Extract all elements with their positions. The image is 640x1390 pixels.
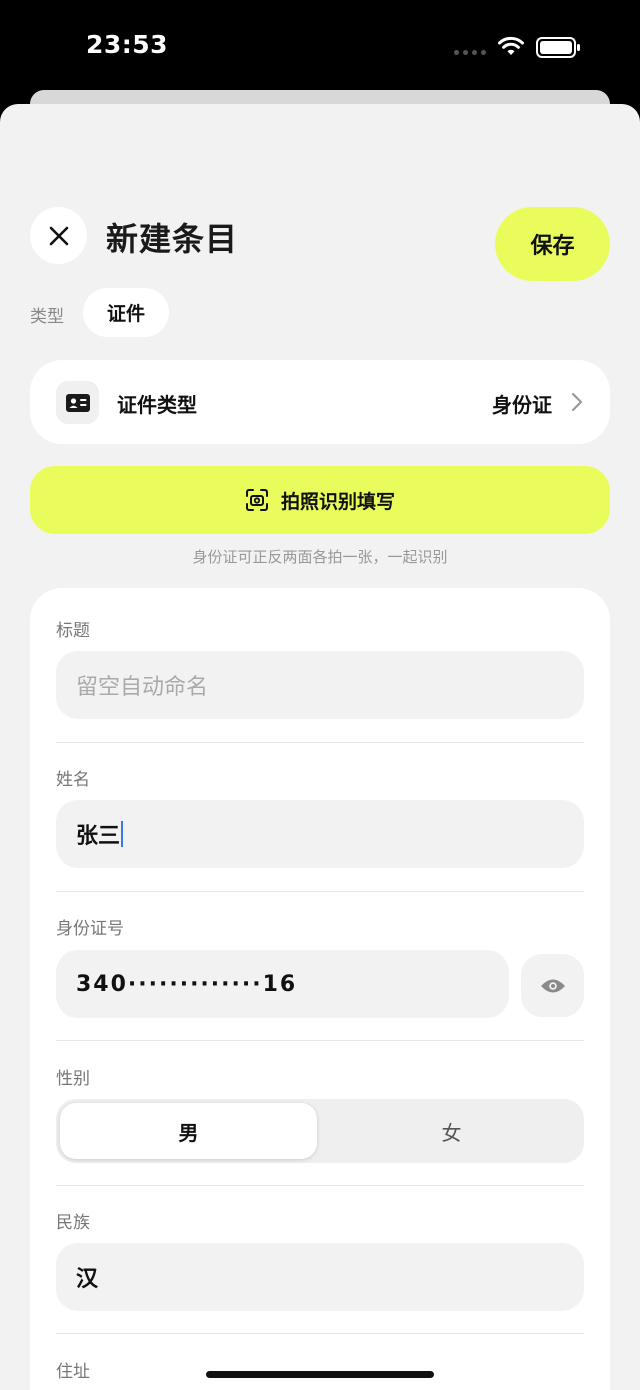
camera-scan-icon [245, 489, 268, 511]
divider [56, 1185, 584, 1186]
type-chip[interactable]: 证件 [83, 288, 169, 337]
id-card-icon [56, 381, 99, 424]
title-label: 标题 [56, 621, 90, 641]
address-label: 住址 [56, 1362, 90, 1382]
id-number-label: 身份证号 [56, 919, 124, 939]
title-input[interactable]: 留空自动命名 [56, 651, 584, 719]
gender-segmented-control: 男 女 [56, 1099, 584, 1163]
battery-icon [536, 37, 580, 58]
divider [56, 1040, 584, 1041]
wifi-icon [498, 36, 524, 55]
divider [56, 1333, 584, 1334]
cellular-signal-icon [454, 50, 486, 55]
chevron-right-icon [571, 392, 583, 412]
status-bar: 23:53 [0, 0, 640, 100]
eye-icon [540, 979, 565, 992]
divider [56, 742, 584, 743]
gender-option-female[interactable]: 女 [323, 1103, 580, 1159]
scan-fill-label: 拍照识别填写 [280, 490, 395, 513]
form-card: 标题 留空自动命名 姓名 张三 身份证号 340·············16 … [30, 588, 610, 1390]
gender-option-male[interactable]: 男 [60, 1103, 317, 1159]
name-value: 张三 [76, 824, 121, 849]
close-button[interactable] [30, 207, 87, 264]
name-label: 姓名 [56, 770, 90, 790]
scan-fill-button[interactable]: 拍照识别填写 [30, 466, 610, 534]
id-number-input[interactable]: 340·············16 [56, 950, 509, 1018]
name-input[interactable]: 张三 [56, 800, 584, 868]
status-time: 23:53 [86, 30, 169, 59]
save-button[interactable]: 保存 [495, 207, 610, 281]
ethnicity-value: 汉 [76, 1267, 99, 1292]
home-indicator [206, 1371, 434, 1378]
scan-hint: 身份证可正反两面各拍一张，一起识别 [192, 548, 448, 566]
ethnicity-label: 民族 [56, 1213, 90, 1233]
page-title: 新建条目 [106, 220, 239, 258]
document-type-row[interactable]: 证件类型 身份证 [30, 360, 610, 444]
ethnicity-input[interactable]: 汉 [56, 1243, 584, 1311]
title-placeholder: 留空自动命名 [76, 675, 209, 700]
new-entry-sheet: 新建条目 保存 类型 证件 证件类型 身份证 拍照识别填写 身份证可正反两面各拍… [0, 104, 640, 1390]
id-number-value: 340·············16 [76, 971, 298, 997]
toggle-visibility-button[interactable] [521, 954, 584, 1017]
divider [56, 891, 584, 892]
close-icon [49, 226, 68, 245]
gender-label: 性别 [56, 1069, 90, 1089]
document-type-label: 证件类型 [117, 393, 197, 417]
type-label: 类型 [30, 307, 64, 327]
text-caret [121, 821, 124, 847]
document-type-value: 身份证 [492, 393, 552, 417]
